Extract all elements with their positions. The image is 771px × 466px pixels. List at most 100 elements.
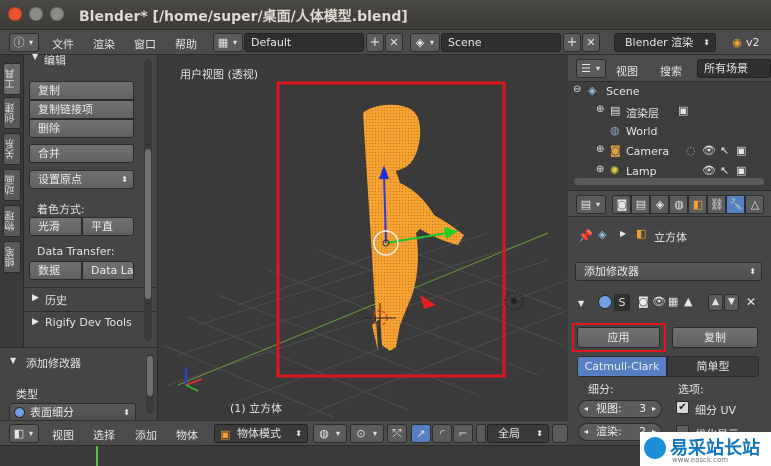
visibility-eye-icon[interactable]: 👁	[702, 144, 716, 157]
menu-file[interactable]: 文件	[52, 36, 74, 52]
render-camera-icon[interactable]: ▣	[736, 144, 746, 157]
scale-manipulator-button[interactable]: ⌐	[453, 424, 473, 443]
minimize-window-button[interactable]	[29, 7, 43, 21]
data-layout-button[interactable]: Data La	[82, 261, 134, 280]
simple-subdiv-button[interactable]: 简单型	[667, 356, 759, 377]
section-history-title[interactable]: 历史	[45, 292, 67, 308]
translate-manipulator-button[interactable]: ↗	[411, 424, 431, 443]
context-world-button[interactable]: ◍	[669, 195, 688, 214]
screen-layout-selector[interactable]: ▦ ▾	[213, 33, 243, 52]
cage-icon[interactable]: ▲	[684, 295, 692, 308]
layer-button[interactable]	[552, 424, 568, 443]
menu-view[interactable]: 视图	[52, 427, 74, 443]
visibility-eye-icon[interactable]: 👁	[702, 164, 716, 177]
set-origin-dropdown[interactable]: 设置原点 ⬍	[29, 170, 134, 189]
add-modifier-dropdown[interactable]: 添加修改器 ⬍	[575, 262, 762, 281]
add-screen-button[interactable]: +	[366, 33, 384, 52]
menu-add[interactable]: 添加	[135, 427, 157, 443]
section-rigify-title[interactable]: Rigify Dev Tools	[45, 316, 132, 329]
outliner-row[interactable]: ⊖ ◈ Scene	[568, 82, 771, 102]
add-scene-button[interactable]: +	[563, 33, 581, 52]
outliner-row[interactable]: ◍ World	[568, 122, 771, 142]
catmull-clark-button[interactable]: Catmull-Clark	[577, 356, 667, 377]
context-constraints-button[interactable]: ⛓	[707, 195, 726, 214]
shelf-scrollbar-thumb[interactable]	[145, 149, 151, 299]
tab-animation[interactable]: 动画	[3, 169, 21, 201]
render-camera-icon[interactable]: ▣	[736, 164, 746, 177]
outliner-row[interactable]: ⊕ ✺ Lamp 👁 ↖ ▣	[568, 162, 771, 178]
menu-window[interactable]: 窗口	[134, 36, 156, 52]
view-levels-field[interactable]: ◂ 视图: 3 ▸	[578, 400, 662, 418]
outliner-row[interactable]: ⊕ ◙ Camera ◌ 👁 ↖ ▣	[568, 142, 771, 162]
outliner-display-mode[interactable]: 所有场景	[697, 59, 771, 78]
manipulator-x-arrow[interactable]	[420, 295, 436, 309]
screen-layout-field[interactable]: Default	[244, 33, 364, 52]
tab-tools[interactable]: 工具	[3, 63, 21, 95]
restrict-icon[interactable]: ◌	[686, 144, 696, 157]
pivot-point-button[interactable]: ⊙ ▾	[350, 424, 384, 443]
delete-screen-button[interactable]: ✕	[385, 33, 403, 52]
camera-icon[interactable]: ◙	[638, 295, 649, 308]
scene-selector[interactable]: ◈ ▾	[410, 33, 440, 52]
duplicate-button[interactable]: 复制	[29, 81, 134, 100]
collapse-arrow-icon[interactable]: ▼	[578, 299, 584, 308]
close-icon[interactable]: ✕	[746, 295, 756, 309]
join-button[interactable]: 合并	[29, 144, 134, 163]
maximize-window-button[interactable]	[50, 7, 64, 21]
select-arrow-icon[interactable]: ↖	[720, 144, 729, 157]
menu-object[interactable]: 物体	[176, 427, 198, 443]
pin-icon[interactable]: 📌	[578, 229, 593, 243]
move-up-button[interactable]: ▲	[708, 294, 723, 311]
orientation-icon-button[interactable]	[476, 424, 486, 443]
tab-create[interactable]: 创建	[3, 97, 21, 129]
3d-viewport[interactable]: 用户视图 (透视) (1) 立方体	[158, 55, 568, 420]
menu-help[interactable]: 帮助	[175, 36, 197, 52]
context-scene-button[interactable]: ◈	[650, 195, 669, 214]
close-window-button[interactable]	[8, 7, 22, 21]
chevron-left-icon: ◂	[584, 427, 589, 436]
visibility-eye-icon[interactable]: 👁	[652, 295, 666, 308]
op-scrollbar-thumb[interactable]	[147, 356, 153, 396]
editor-type-button[interactable]: ▤ ▾	[576, 195, 606, 214]
rotate-manipulator-button[interactable]: ◜	[432, 424, 452, 443]
editor-type-button[interactable]: ◧ ▾	[9, 424, 39, 443]
modifier-name-field[interactable]: S	[614, 294, 630, 311]
copy-modifier-button[interactable]: 复制	[672, 327, 758, 348]
context-render-layers-button[interactable]: ▤	[631, 195, 650, 214]
context-data-button[interactable]: △	[745, 195, 764, 214]
menu-render[interactable]: 渲染	[93, 36, 115, 52]
context-render-button[interactable]: ◙	[612, 195, 631, 214]
tab-relations[interactable]: 关系	[3, 133, 21, 165]
shade-flat-button[interactable]: 平直	[82, 217, 134, 236]
select-arrow-icon[interactable]: ↖	[720, 164, 729, 177]
scale-icon: ⌐	[458, 427, 468, 440]
editor-type-button[interactable]: ⓘ ▾	[9, 33, 39, 52]
delete-button[interactable]: 删除	[29, 119, 134, 138]
outliner-row[interactable]: ⊕ ▤ 渲染层 ▣	[568, 102, 771, 122]
mode-selector[interactable]: ▣ 物体模式 ⬍	[214, 424, 308, 443]
render-layer-toggle-icon[interactable]: ▣	[678, 104, 688, 117]
tab-physics[interactable]: 物理	[3, 205, 21, 237]
scene-field[interactable]: Scene	[441, 33, 561, 52]
menu-select[interactable]: 选择	[93, 427, 115, 443]
duplicate-linked-button[interactable]: 复制链接项	[29, 100, 134, 119]
editor-type-button[interactable]: ☰ ▾	[576, 59, 606, 78]
tab-grease-pencil[interactable]: 蜡笔	[3, 241, 21, 273]
subdivide-uv-checkbox[interactable]: ✔	[676, 401, 689, 414]
delete-scene-button[interactable]: ✕	[582, 33, 600, 52]
transform-orientation-selector[interactable]: 全局 ⬍	[487, 424, 549, 443]
editmode-icon[interactable]: ▦	[668, 295, 678, 308]
outliner-menu-view[interactable]: 视图	[616, 63, 638, 79]
move-down-button[interactable]: ▼	[724, 294, 739, 311]
shade-smooth-button[interactable]: 光滑	[29, 217, 82, 236]
viewport-shading-button[interactable]: ◍ ▾	[313, 424, 347, 443]
manipulator-toggle-button[interactable]: ⤲	[387, 424, 407, 443]
outliner-menu-search[interactable]: 搜索	[660, 63, 682, 79]
render-engine-selector[interactable]: Blender 渲染 ⬍	[614, 33, 716, 52]
context-object-button[interactable]: ◧	[688, 195, 707, 214]
context-modifiers-button[interactable]: 🔧	[726, 195, 745, 214]
current-frame-indicator[interactable]	[96, 446, 98, 466]
data-transfer-button[interactable]: 数据	[29, 261, 82, 280]
outliner-scrollbar[interactable]	[574, 178, 764, 185]
cube-icon: ◧	[13, 427, 25, 440]
